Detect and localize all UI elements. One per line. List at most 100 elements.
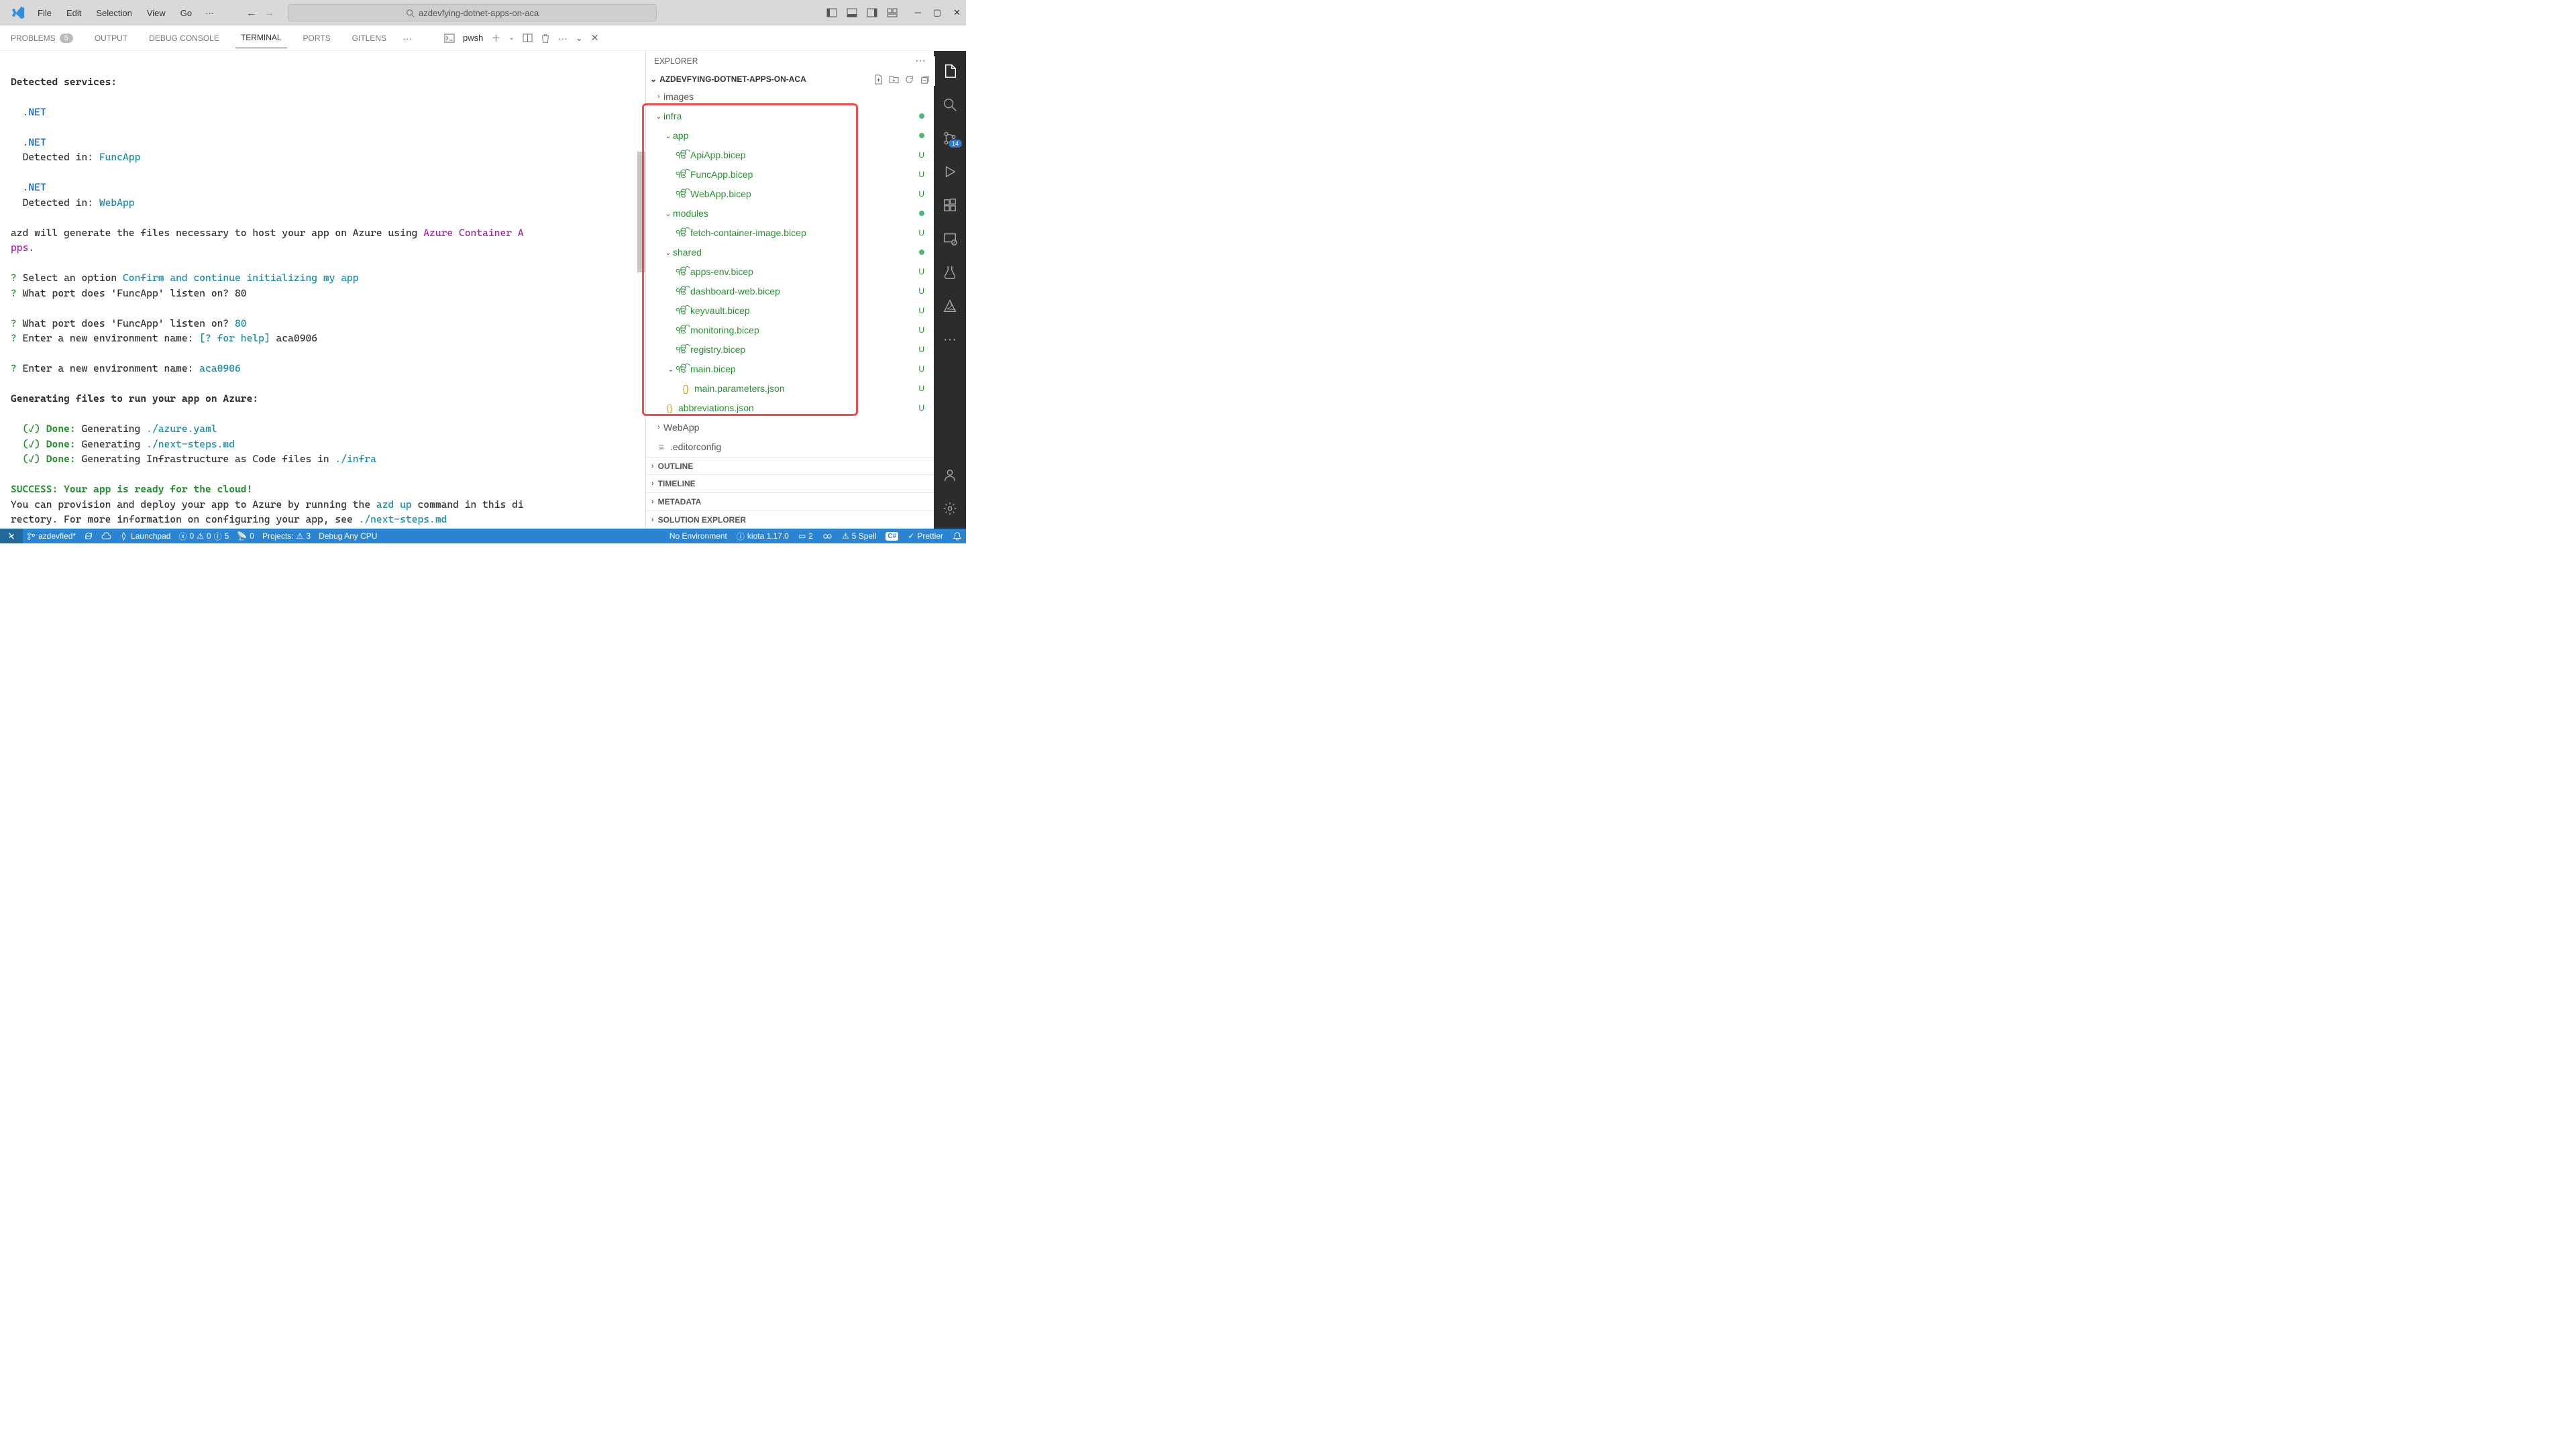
chevron-down-icon[interactable]: ⌄ [576, 33, 583, 44]
run-debug-icon[interactable] [934, 157, 966, 186]
cloud-icon[interactable] [101, 532, 111, 541]
layout-custom-icon[interactable] [887, 7, 898, 18]
git-status: U [916, 170, 924, 179]
layout-left-icon[interactable] [826, 7, 837, 18]
status-kiota[interactable]: ⓘ kiota 1.17.0 [737, 531, 789, 542]
file-main-parameters[interactable]: {} main.parameters.json U [646, 379, 934, 398]
nav-forward-icon[interactable]: → [264, 7, 274, 19]
folder-app[interactable]: ⌄ app [646, 126, 934, 146]
status-environment[interactable]: No Environment [669, 531, 727, 541]
folder-infra[interactable]: ⌄ infra [646, 107, 934, 126]
more-views-icon[interactable]: ··· [934, 325, 966, 354]
menu-file[interactable]: File [31, 5, 58, 21]
split-terminal-icon[interactable] [523, 33, 533, 43]
testing-icon[interactable] [934, 258, 966, 287]
close-window-icon[interactable]: ✕ [953, 7, 961, 18]
menu-go[interactable]: Go [174, 5, 199, 21]
section-outline[interactable]: › OUTLINE [646, 457, 934, 475]
kill-terminal-icon[interactable] [541, 34, 550, 43]
term-line: [? for help] [199, 332, 276, 344]
remote-explorer-icon[interactable] [934, 224, 966, 254]
settings-gear-icon[interactable] [934, 494, 966, 523]
layout-bottom-icon[interactable] [847, 7, 857, 18]
menu-view[interactable]: View [140, 5, 172, 21]
terminal-dropdown-icon[interactable]: ⌄ [508, 34, 514, 42]
command-center[interactable]: azdevfying-dotnet-apps-on-aca [288, 4, 657, 21]
term-line: ? [11, 287, 17, 299]
status-projects[interactable]: Projects: ⚠ 3 [262, 531, 311, 541]
copilot-icon[interactable] [822, 531, 833, 541]
new-file-icon[interactable] [873, 74, 883, 85]
file-funcapp-bicep[interactable]: ੴ FuncApp.bicep U [646, 165, 934, 184]
section-timeline[interactable]: › TIMELINE [646, 474, 934, 492]
explorer-more-icon[interactable]: ··· [915, 55, 926, 67]
source-control-icon[interactable]: 14 [934, 123, 966, 153]
terminal-shell-name[interactable]: pwsh [463, 33, 483, 43]
file-keyvault[interactable]: ੴ keyvault.bicep U [646, 301, 934, 321]
file-apiapp-bicep[interactable]: ੴ ApiApp.bicep U [646, 146, 934, 165]
tab-gitlens[interactable]: GITLENS [347, 28, 392, 48]
azure-icon[interactable] [934, 291, 966, 321]
nav-back-icon[interactable]: ← [246, 7, 256, 19]
status-spell[interactable]: ⚠ 5 Spell [842, 531, 876, 541]
term-line: Confirm and continue initializing my app [123, 272, 359, 284]
csharp-icon[interactable]: C# [885, 532, 898, 541]
sync-icon[interactable] [84, 531, 93, 541]
file-apps-env[interactable]: ੴ apps-env.bicep U [646, 262, 934, 282]
collapse-all-icon[interactable] [920, 74, 930, 85]
close-panel-icon[interactable]: ✕ [591, 32, 599, 44]
menu-edit[interactable]: Edit [60, 5, 88, 21]
terminal-output[interactable]: Detected services: .NET .NET Detected in… [0, 51, 645, 529]
file-dashboard-web[interactable]: ੴ dashboard-web.bicep U [646, 282, 934, 301]
status-branch[interactable]: azdevfied* [27, 531, 76, 541]
json-file-icon: {} [680, 383, 692, 394]
status-debug-config[interactable]: Debug Any CPU [319, 531, 377, 541]
status-launchpad[interactable]: Launchpad [119, 531, 170, 541]
file-registry[interactable]: ੴ registry.bicep U [646, 340, 934, 360]
menu-more-icon[interactable]: ··· [200, 5, 219, 21]
search-view-icon[interactable] [934, 90, 966, 119]
remote-indicator[interactable] [0, 529, 23, 543]
tab-debug-console[interactable]: DEBUG CONSOLE [144, 28, 225, 48]
tab-overflow-icon[interactable]: ··· [402, 33, 412, 44]
tab-output[interactable]: OUTPUT [89, 28, 133, 48]
scrollbar-thumb[interactable] [637, 152, 645, 272]
file-fetch-container[interactable]: ੴ fetch-container-image.bicep U [646, 223, 934, 243]
bell-icon[interactable] [953, 531, 962, 541]
status-ports[interactable]: 📡0 [237, 531, 254, 541]
layout-right-icon[interactable] [867, 7, 877, 18]
tab-ports[interactable]: PORTS [298, 28, 336, 48]
tab-problems[interactable]: PROBLEMS 5 [5, 28, 78, 48]
section-label: SOLUTION EXPLORER [658, 515, 746, 525]
term-line: You can provision and deploy your app to… [11, 498, 376, 511]
file-main-bicep[interactable]: ⌄ ੴ main.bicep U [646, 360, 934, 379]
terminal-more-icon[interactable]: ··· [558, 33, 568, 44]
status-editor-two[interactable]: ▭ 2 [798, 531, 813, 541]
section-metadata[interactable]: › METADATA [646, 492, 934, 511]
account-icon[interactable] [934, 460, 966, 490]
terminal-scrollbar[interactable] [637, 51, 645, 529]
section-solution-explorer[interactable]: › SOLUTION EXPLORER [646, 511, 934, 529]
file-monitoring[interactable]: ੴ monitoring.bicep U [646, 321, 934, 340]
menu-selection[interactable]: Selection [89, 5, 138, 21]
maximize-icon[interactable]: ▢ [933, 7, 941, 18]
workspace-title-row[interactable]: ⌄ AZDEVFYING-DOTNET-APPS-ON-ACA [646, 72, 934, 87]
term-line: Enter a new environment name: [17, 332, 199, 344]
status-problems[interactable]: ⓧ0 ⚠0 ⓘ5 [178, 531, 229, 542]
folder-shared[interactable]: ⌄ shared [646, 243, 934, 262]
status-prettier[interactable]: ✓ Prettier [908, 531, 943, 541]
folder-modules[interactable]: ⌄ modules [646, 204, 934, 223]
extensions-icon[interactable] [934, 191, 966, 220]
folder-webapp[interactable]: › WebApp [646, 418, 934, 437]
new-folder-icon[interactable] [889, 74, 899, 85]
minimize-icon[interactable]: ─ [915, 7, 921, 18]
tab-terminal[interactable]: TERMINAL [235, 28, 287, 48]
term-line: 80 [235, 317, 247, 329]
file-abbreviations[interactable]: {} abbreviations.json U [646, 398, 934, 418]
file-editorconfig[interactable]: ≡ .editorconfig [646, 437, 934, 457]
file-webapp-bicep[interactable]: ੴ WebApp.bicep U [646, 184, 934, 204]
refresh-icon[interactable] [904, 74, 914, 85]
explorer-view-icon[interactable] [934, 56, 966, 86]
new-terminal-icon[interactable]: ＋ [491, 32, 500, 45]
folder-images[interactable]: › images [646, 87, 934, 107]
